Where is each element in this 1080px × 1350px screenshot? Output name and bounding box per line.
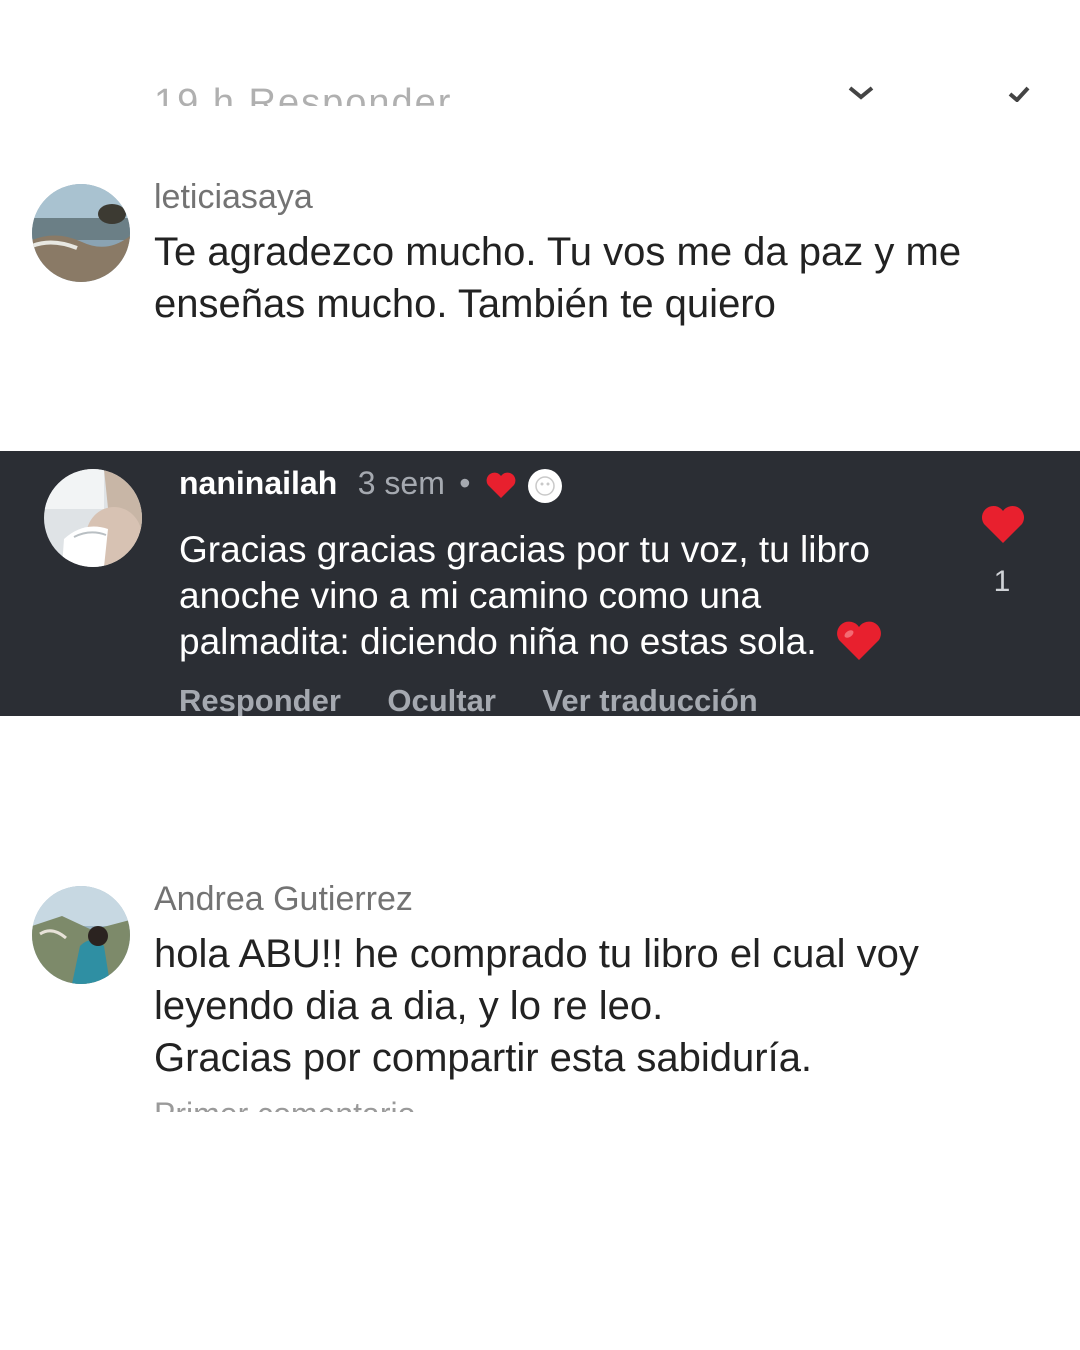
comment-line: Te agradezco mucho. Tu vos me da paz y m… (154, 230, 962, 274)
check-icon[interactable] (1008, 86, 1030, 102)
comment-line: hola ABU!! he comprado tu libro el cual … (154, 932, 919, 976)
avatar[interactable] (44, 469, 142, 567)
partial-footer-row: Primer comentario (0, 1088, 1080, 1112)
first-comment-label: Primer comentario (154, 1096, 415, 1112)
comment-line: enseñas mucho. También te quiero (154, 282, 776, 326)
separator-dot: • (459, 465, 471, 501)
person-photo (44, 469, 142, 567)
author-avatar-icon (528, 469, 562, 503)
username[interactable]: Andrea Gutierrez (154, 880, 413, 919)
comment-line: palmadita: diciendo niña no estas sola. (179, 621, 817, 662)
comment-line: Gracias gracias gracias por tu voz, tu l… (179, 529, 870, 570)
comment-text: Te agradezco mucho. Tu vos me da paz y m… (154, 226, 1034, 330)
comment-naninailah: naninailah 3 sem • Gracias gracias graci… (0, 451, 1080, 716)
beach-photo (32, 184, 130, 282)
like-heart-icon[interactable] (980, 503, 1026, 545)
username[interactable]: leticiasaya (154, 178, 313, 217)
comment-line: leyendo dia a dia, y lo re leo. (154, 984, 664, 1028)
username[interactable]: naninailah (179, 465, 337, 501)
partial-comment-row: 19 h Responder (0, 60, 1080, 106)
heart-emoji (836, 621, 881, 660)
person-photo (32, 886, 130, 984)
comment-text: Gracias gracias gracias por tu voz, tu l… (179, 527, 939, 665)
comment-line-wrap: palmadita: diciendo niña no estas sola. (179, 619, 939, 665)
comment-text: hola ABU!! he comprado tu libro el cual … (154, 928, 1044, 1084)
timestamp: 3 sem (357, 465, 445, 501)
like-count: 1 (993, 565, 1011, 598)
comment-header: naninailah 3 sem • (179, 465, 471, 502)
chevron-down-icon[interactable] (848, 86, 874, 100)
comment-actions: Responder Ocultar Ver traducción (179, 683, 758, 716)
translate-button[interactable]: Ver traducción (542, 683, 757, 716)
hide-button[interactable]: Ocultar (387, 683, 496, 716)
comment-line: Gracias por compartir esta sabiduría. (154, 1036, 813, 1080)
comment-line: anoche vino a mi camino como una (179, 575, 762, 616)
reply-button[interactable]: Responder (179, 683, 341, 716)
avatar[interactable] (32, 886, 130, 984)
avatar[interactable] (32, 184, 130, 282)
heart-icon (486, 472, 516, 498)
partial-meta-text: 19 h Responder (154, 82, 453, 106)
